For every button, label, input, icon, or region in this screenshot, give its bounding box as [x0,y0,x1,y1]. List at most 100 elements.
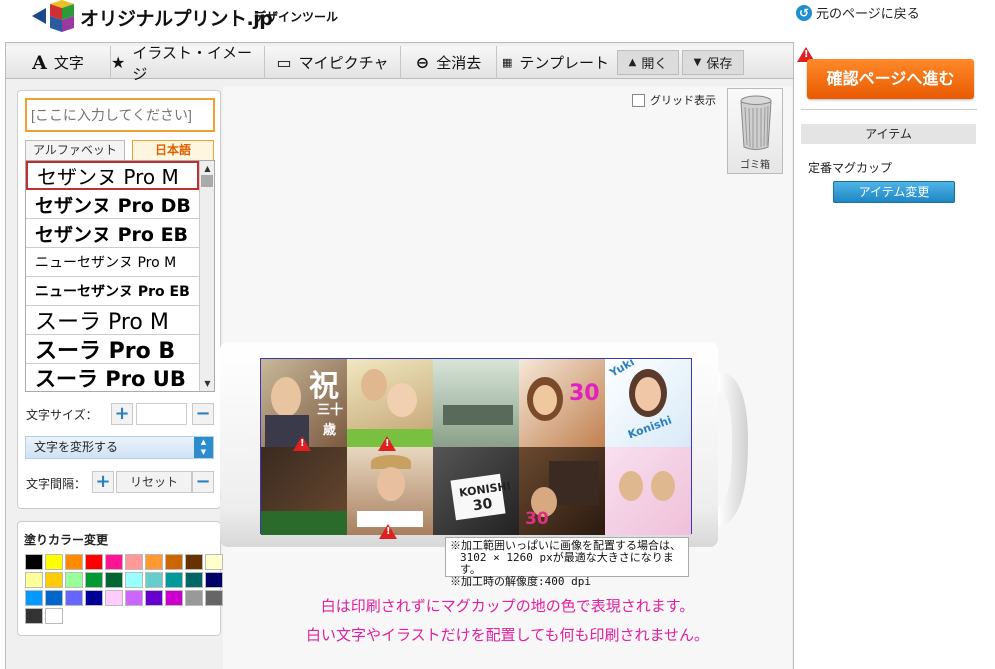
text-tool-button[interactable]: A 文字 [6,46,111,79]
color-swatch[interactable] [45,590,63,606]
clear-all-label: 全消去 [436,54,482,72]
grid-toggle-label: グリッド表示 [650,94,716,107]
back-arrow-icon: ↺ [796,4,812,21]
text-input[interactable] [25,98,215,132]
color-swatch[interactable] [145,572,163,588]
item-change-button[interactable]: アイテム変更 [833,181,955,203]
font-item[interactable]: セザンヌ Pro DB [26,190,199,219]
grid-icon: ▦ [502,56,513,69]
number-30-text: 30 [569,381,600,406]
color-swatch[interactable] [205,572,223,588]
spacing-reset-button[interactable]: リセット [116,471,192,493]
font-item[interactable]: ニューセザンヌ Pro EB [26,277,199,306]
font-list-scrollbar[interactable]: ▲ ▼ [199,161,214,391]
font-item[interactable]: スーラ Pro B [26,335,199,364]
trash-button[interactable]: ゴミ箱 [727,88,783,174]
scroll-down-arrow-icon[interactable]: ▼ [201,377,214,390]
age-text: 三十 [317,403,344,418]
color-swatch[interactable] [85,572,103,588]
color-swatch[interactable] [165,554,183,570]
print-area-note: ※加工範囲いっぱいに画像を配置する場合は、 3102 × 1260 pxが最適な… [445,537,689,588]
warning-icon[interactable] [379,524,397,539]
collage-photo[interactable]: Yuki Konishi [605,359,691,447]
photo-collage[interactable]: 祝 三十 歳 30 Yuki Konishi KONISHI 30 30 [260,358,692,535]
confirm-page-button[interactable]: 確認ページへ進む [807,59,974,99]
warning-icon[interactable] [293,436,311,451]
color-swatch[interactable] [105,572,123,588]
collage-photo[interactable] [433,359,519,447]
color-swatch[interactable] [45,554,63,570]
open-button[interactable]: ▲ 開く [617,50,679,75]
clear-all-button[interactable]: ⊖ 全消去 [401,46,497,79]
color-swatch[interactable] [125,590,143,606]
scroll-up-arrow-icon[interactable]: ▲ [201,162,214,175]
collage-photo[interactable]: KONISHI 30 [433,447,519,535]
template-button[interactable]: ▦ テンプレート [497,46,614,79]
name-text: Yuki [607,359,637,380]
note-line: 3102 × 1260 pxが最適な大きさになります。 [460,551,674,576]
spacing-plus-button[interactable]: + [92,471,114,493]
font-item[interactable]: スーラ Pro M [26,306,199,335]
tab-alphabet[interactable]: アルファベット [25,140,125,160]
collage-photo[interactable] [347,359,433,447]
color-swatch[interactable] [25,590,43,606]
template-label: テンプレート [519,54,609,72]
collage-photo[interactable]: 30 [519,447,605,535]
collage-photo[interactable] [261,447,347,535]
font-item[interactable]: ニューセザンヌ Pro M [26,248,199,277]
color-swatch[interactable] [105,590,123,606]
color-swatch[interactable] [145,590,163,606]
logo-subtitle: デザインツール [254,10,339,24]
tab-japanese[interactable]: 日本語 [132,140,214,160]
color-swatches [25,554,223,624]
color-swatch[interactable] [165,572,183,588]
scroll-thumb[interactable] [201,175,213,187]
font-list: セザンヌ Pro M セザンヌ Pro DB セザンヌ Pro EB ニューセザ… [25,160,215,392]
mypicture-tool-button[interactable]: ▭ マイピクチャ [265,46,401,79]
font-item[interactable]: セザンヌ Pro M [26,161,199,190]
warning-icon[interactable] [378,436,396,451]
color-swatch[interactable] [145,554,163,570]
font-item[interactable]: セザンヌ Pro EB [26,219,199,248]
color-swatch[interactable] [25,608,43,624]
spacing-minus-button[interactable]: − [192,471,214,493]
save-button[interactable]: ▼ 保存 [682,50,744,75]
font-item[interactable]: スーラ Pro UB [26,364,199,391]
collage-photo[interactable]: 祝 三十 歳 [261,359,347,447]
color-swatch[interactable] [185,572,203,588]
color-swatch[interactable] [85,554,103,570]
transform-text-select[interactable]: 文字を変形する ▲ ▼ [25,436,214,459]
color-swatch[interactable] [45,608,63,624]
color-swatch[interactable] [165,590,183,606]
spacing-label: 文字間隔： [26,477,87,491]
collage-photo[interactable]: 30 [519,359,605,447]
collage-photo[interactable] [605,447,691,535]
color-swatch[interactable] [125,572,143,588]
header: オリジナルプリント.jp デザインツール ↺ 元のページに戻る [0,0,995,42]
toolbar: A 文字 ★ イラスト・イメージ ▭ マイピクチャ ⊖ 全消去 ▦ テンプレート… [6,44,793,83]
color-swatch[interactable] [25,554,43,570]
font-size-plus-button[interactable]: + [111,403,133,425]
color-swatch[interactable] [185,554,203,570]
font-size-input[interactable] [136,403,187,425]
color-swatch[interactable] [85,590,103,606]
color-swatch[interactable] [205,554,223,570]
grid-checkbox[interactable] [632,93,645,107]
color-swatch[interactable] [65,572,83,588]
transform-label: 文字を変形する [34,440,119,454]
font-size-minus-button[interactable]: − [192,403,214,425]
color-swatch[interactable] [205,590,223,606]
color-swatch[interactable] [105,554,123,570]
collage-photo[interactable] [347,447,433,535]
color-swatch[interactable] [65,590,83,606]
color-swatch[interactable] [125,554,143,570]
illust-tool-button[interactable]: ★ イラスト・イメージ [111,44,265,83]
card-number-text: 30 [471,495,494,515]
color-swatch[interactable] [45,572,63,588]
grid-toggle[interactable]: グリッド表示 [632,92,716,108]
color-swatch[interactable] [65,554,83,570]
back-to-original-page-link[interactable]: ↺ 元のページに戻る [796,3,920,22]
color-swatch[interactable] [185,590,203,606]
color-swatch[interactable] [25,572,43,588]
star-icon: ★ [111,53,126,72]
